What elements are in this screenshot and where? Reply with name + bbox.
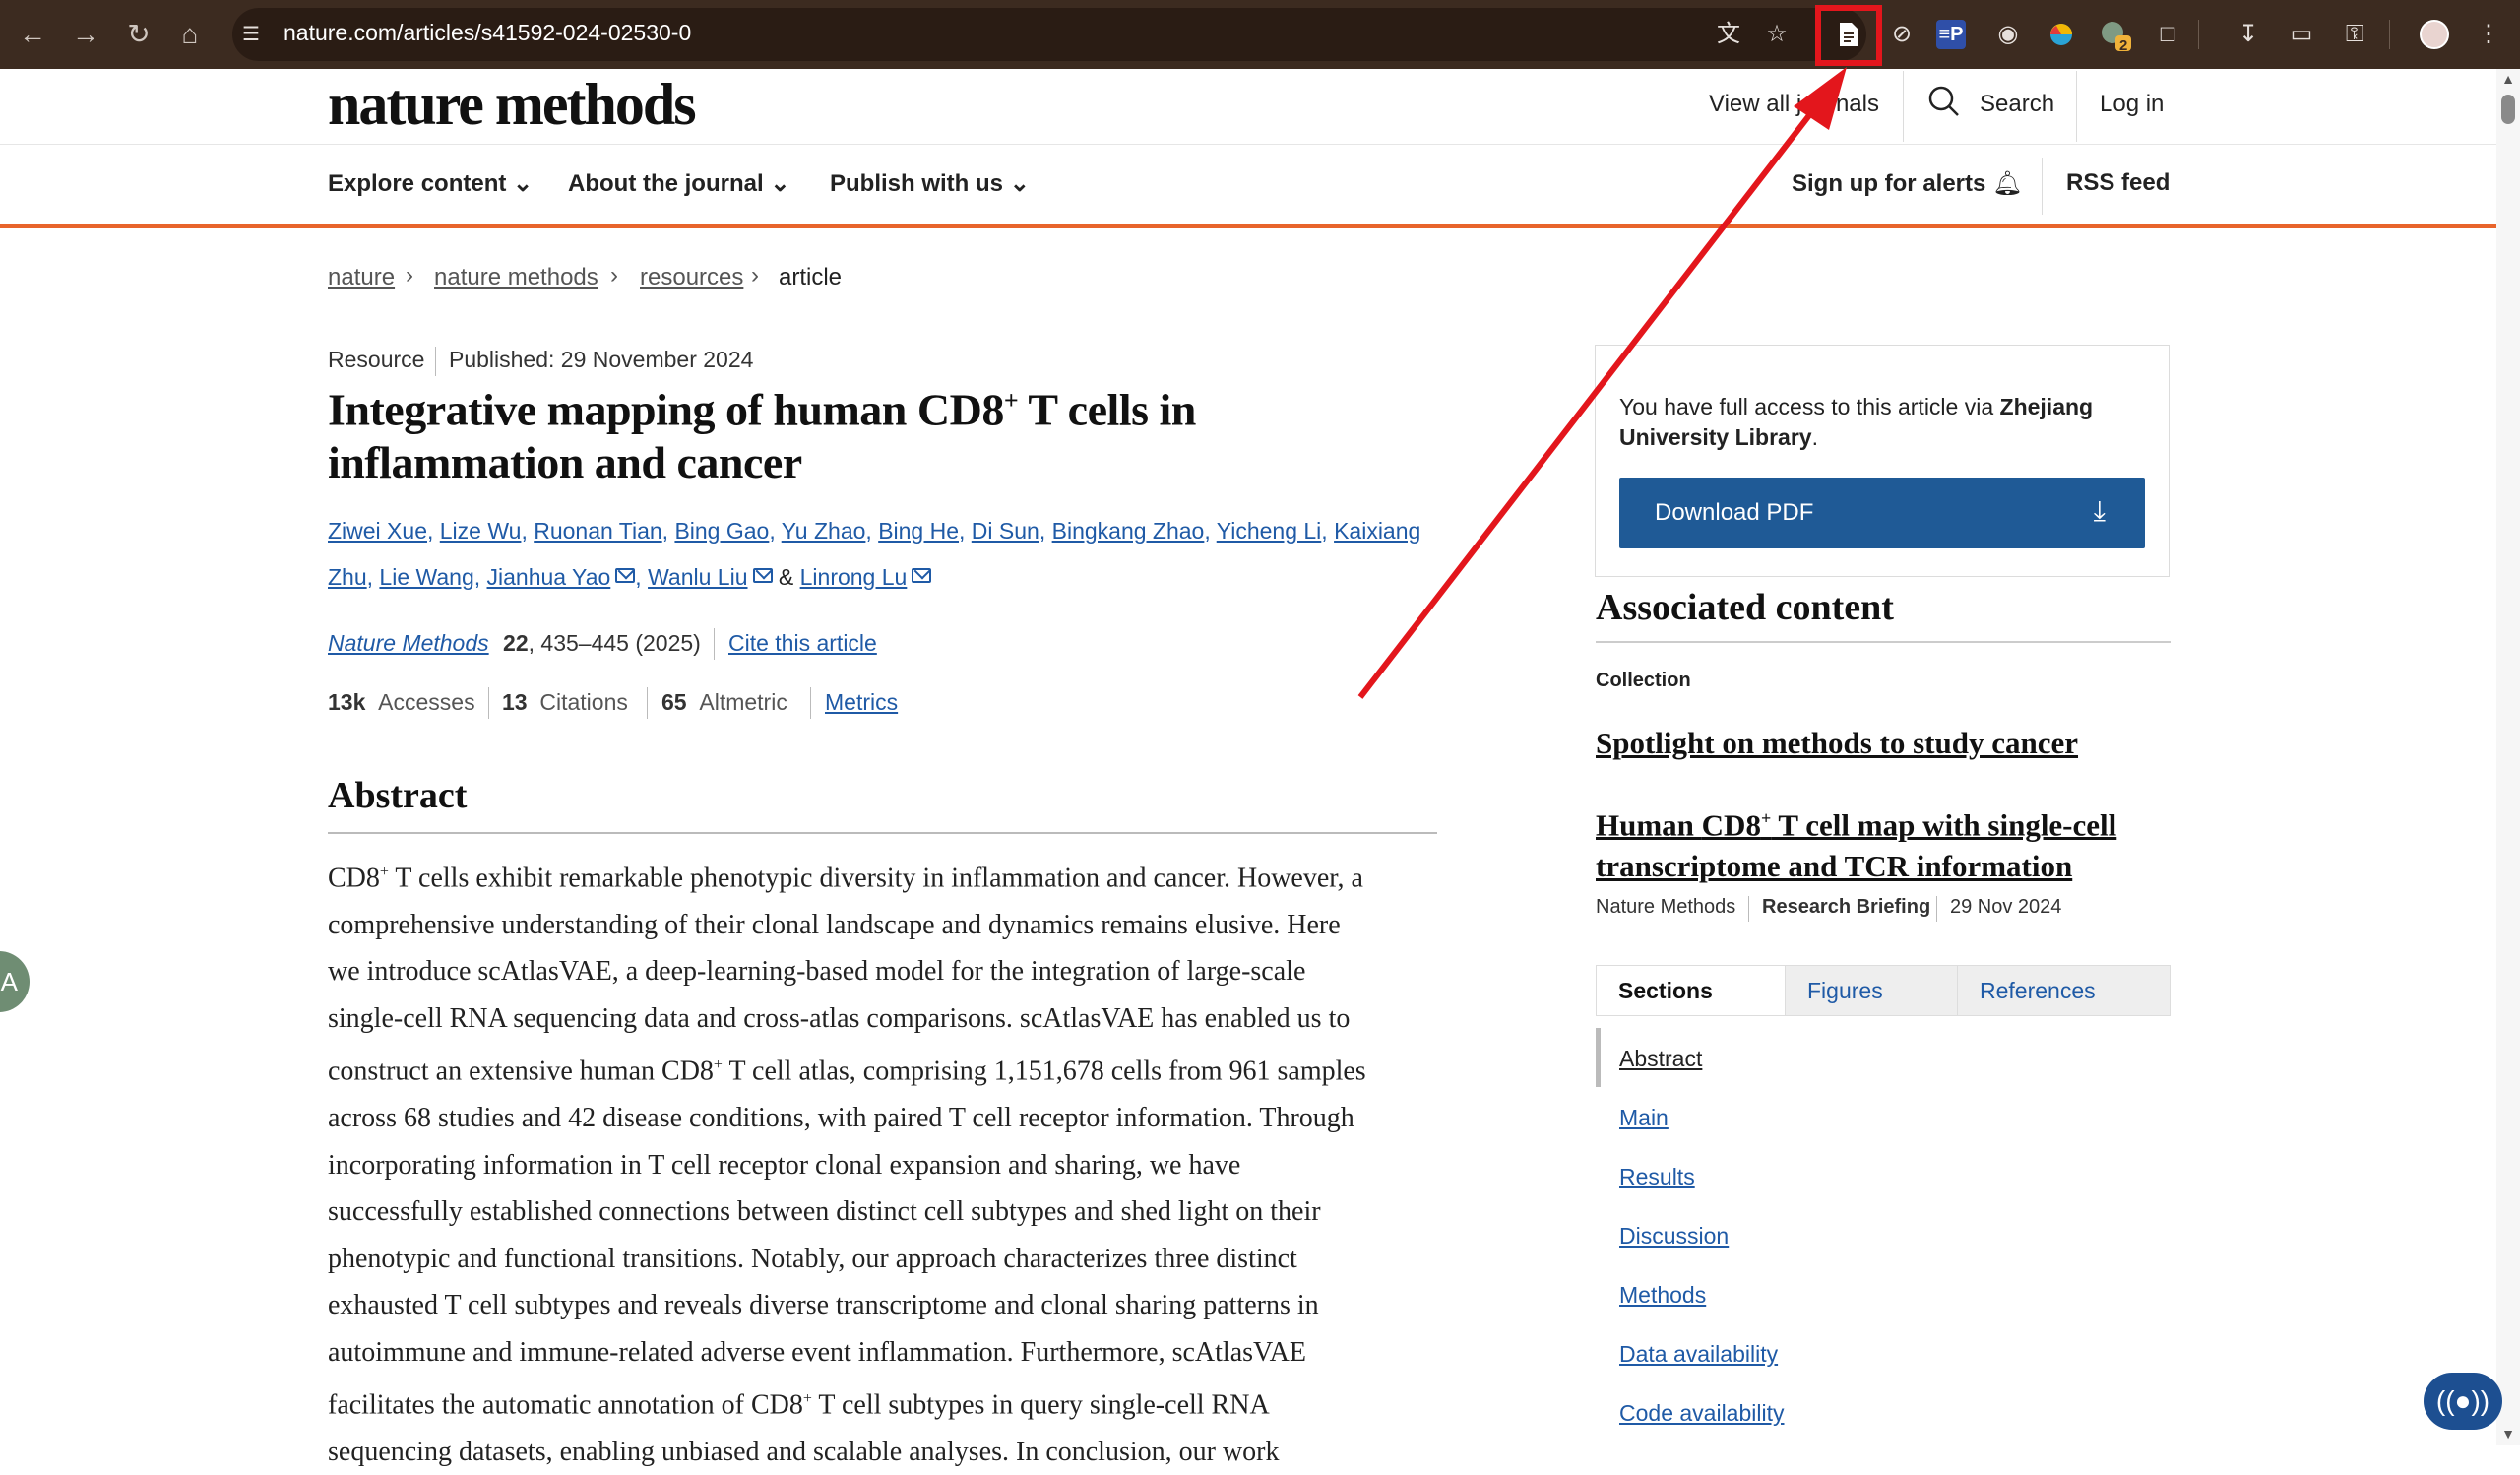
annotation-arrow xyxy=(1357,67,1847,699)
